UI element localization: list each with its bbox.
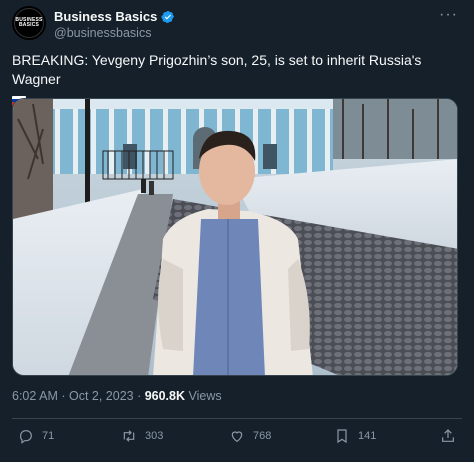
view-count: 960.8K bbox=[144, 389, 186, 403]
divider bbox=[12, 418, 462, 419]
timestamp[interactable]: 6:02 AM · Oct 2, 2023 · bbox=[12, 389, 145, 403]
repost-count: 303 bbox=[145, 430, 164, 442]
repost-button[interactable]: 303 bbox=[121, 428, 163, 444]
repost-icon bbox=[123, 430, 135, 442]
bookmark-button[interactable]: 141 bbox=[334, 428, 376, 444]
like-count: 768 bbox=[253, 430, 272, 442]
tweet-body: BREAKING: Yevgeny Prigozhin’s son, 25, i… bbox=[12, 52, 422, 87]
display-name[interactable]: Business Basics bbox=[54, 9, 157, 24]
like-button[interactable]: 768 bbox=[229, 428, 271, 444]
reply-button[interactable]: 71 bbox=[18, 428, 54, 444]
action-bar: 71 303 768 141 bbox=[0, 424, 474, 452]
avatar-logo: BUSINESS BASICS bbox=[14, 8, 44, 38]
more-icon[interactable]: ··· bbox=[439, 6, 458, 24]
photo-illustration bbox=[13, 99, 457, 375]
share-button[interactable] bbox=[440, 428, 456, 444]
tweet-photo[interactable] bbox=[12, 98, 458, 376]
views-label: Views bbox=[185, 389, 222, 403]
avatar-text-line2: BASICS bbox=[18, 22, 40, 28]
verified-badge-icon bbox=[161, 10, 175, 23]
avatar[interactable]: BUSINESS BASICS bbox=[12, 6, 46, 40]
share-icon bbox=[442, 429, 454, 442]
bookmark-icon bbox=[337, 429, 347, 444]
tweet-meta: 6:02 AM · Oct 2, 2023 · 960.8K Views bbox=[12, 389, 222, 403]
name-row: Business Basics bbox=[54, 9, 175, 24]
bookmark-count: 141 bbox=[358, 430, 377, 442]
reply-count: 71 bbox=[42, 430, 55, 442]
tweet-card: BUSINESS BASICS Business Basics @busines… bbox=[0, 0, 474, 462]
like-icon bbox=[231, 431, 243, 443]
account-handle[interactable]: @businessbasics bbox=[54, 26, 151, 40]
reply-icon bbox=[20, 430, 32, 444]
